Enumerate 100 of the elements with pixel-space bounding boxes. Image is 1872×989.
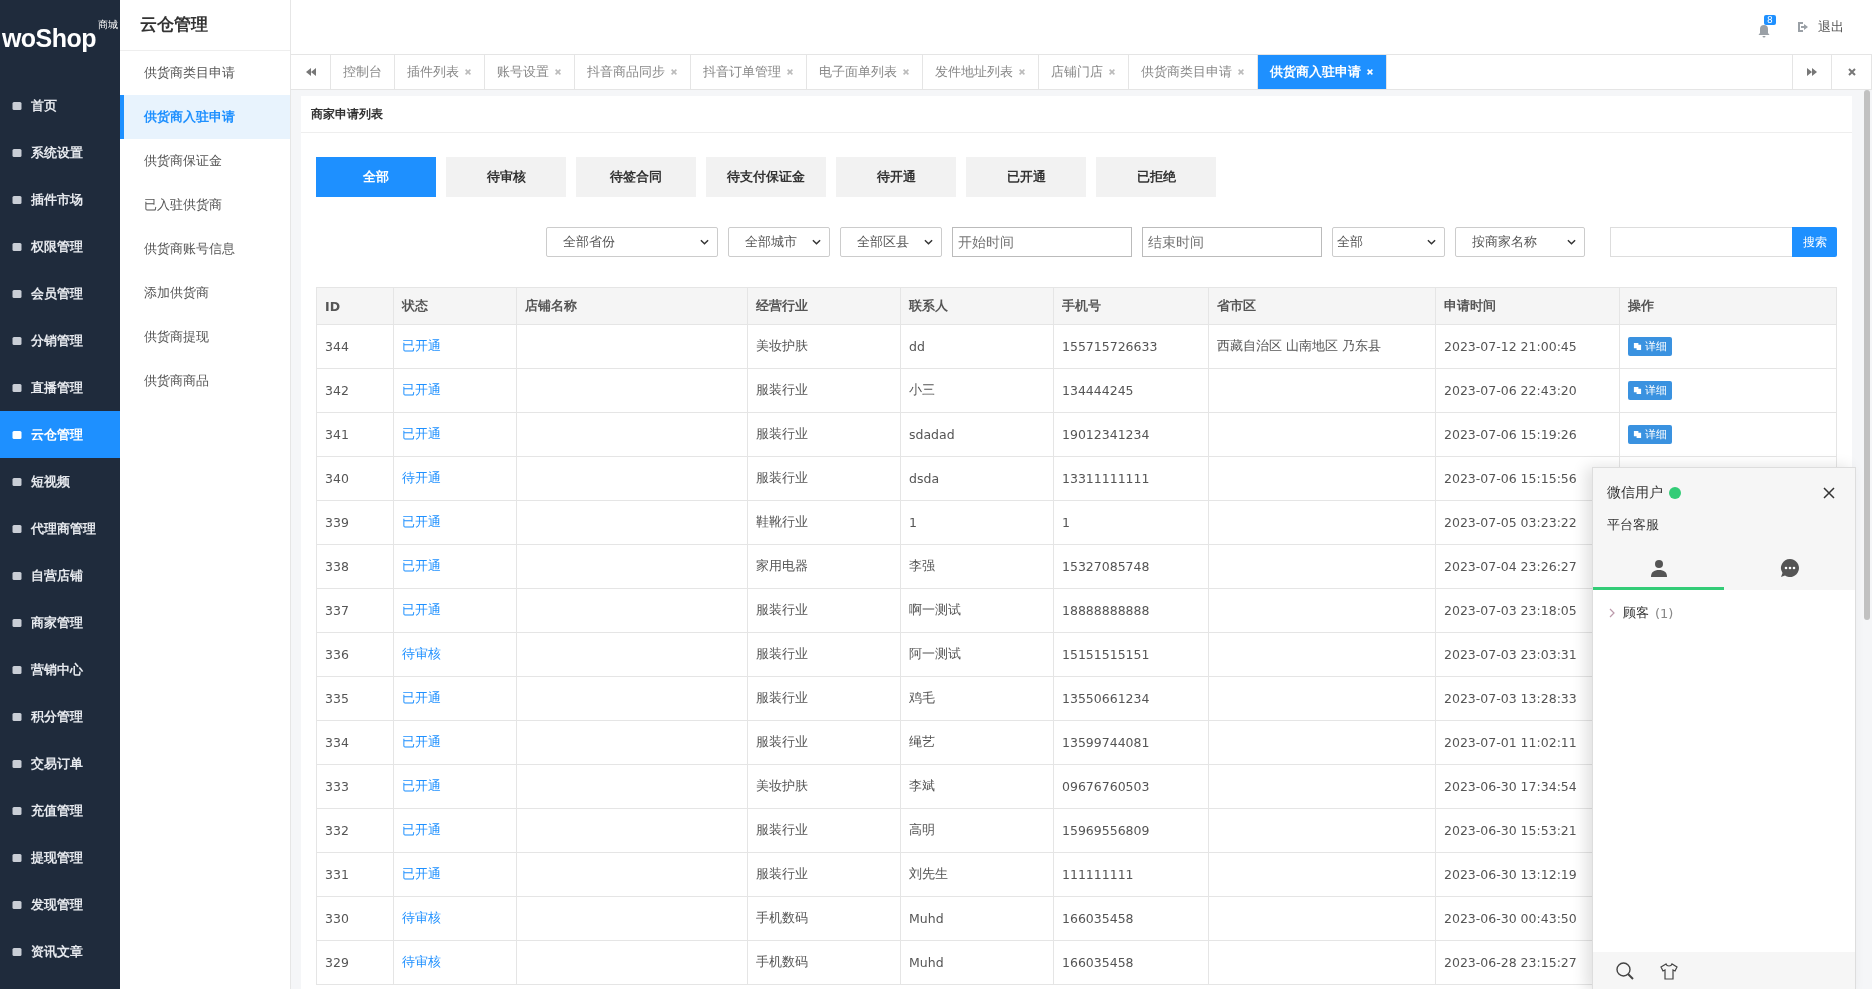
submenu-item[interactable]: 供货商商品 bbox=[120, 359, 290, 403]
copy-icon bbox=[1633, 386, 1642, 395]
table-cell: 333 bbox=[325, 779, 349, 794]
shirt-icon[interactable] bbox=[1659, 961, 1679, 981]
nav-item[interactable]: 自营店铺 bbox=[0, 552, 120, 599]
page-tab[interactable]: 插件列表 bbox=[395, 55, 485, 89]
page-tab[interactable]: 电子面单列表 bbox=[807, 55, 923, 89]
nav-item[interactable]: 插件市场 bbox=[0, 176, 120, 223]
contact-group[interactable]: 顾客 (1) bbox=[1609, 604, 1839, 622]
table-cell: 美妆护肤 bbox=[756, 338, 808, 353]
nav-item[interactable]: 交易订单 bbox=[0, 740, 120, 787]
table-cell: 啊一测试 bbox=[909, 602, 961, 617]
chevron-down-icon bbox=[700, 239, 709, 245]
date-field[interactable]: 结束时间 bbox=[1142, 227, 1322, 257]
nav-item[interactable]: 系统设置 bbox=[0, 129, 120, 176]
nav-item[interactable]: 发现管理 bbox=[0, 881, 120, 928]
dropdown[interactable]: 全部区县 bbox=[840, 227, 942, 257]
date-field[interactable]: 开始时间 bbox=[952, 227, 1132, 257]
column-header: ID bbox=[325, 298, 341, 314]
table-cell: 111111111 bbox=[1062, 867, 1134, 882]
status-filter-button[interactable]: 待开通 bbox=[836, 157, 956, 197]
table-cell: 鞋靴行业 bbox=[756, 514, 808, 529]
submenu-item[interactable]: 供货商类目申请 bbox=[120, 51, 290, 95]
nav-item[interactable]: 提现管理 bbox=[0, 834, 120, 881]
page-tab[interactable]: 抖音订单管理 bbox=[691, 55, 807, 89]
nav-item[interactable]: 权限管理 bbox=[0, 223, 120, 270]
dropdown[interactable]: 全部省份 bbox=[546, 227, 718, 257]
chevron-down-icon bbox=[1567, 239, 1576, 245]
column-header: 状态 bbox=[402, 297, 428, 313]
chat-bubble-icon bbox=[1779, 557, 1800, 578]
nav-item[interactable]: 首页 bbox=[0, 82, 120, 129]
table-cell: 服装行业 bbox=[756, 734, 808, 749]
nav-item[interactable]: 积分管理 bbox=[0, 693, 120, 740]
table-cell: 2023-07-03 13:28:33 bbox=[1444, 691, 1577, 706]
chat-user-name: 微信用户 bbox=[1607, 484, 1663, 502]
status-filter-button[interactable]: 已拒绝 bbox=[1096, 157, 1216, 197]
nav-item[interactable]: 营销中心 bbox=[0, 646, 120, 693]
status-filter-button[interactable]: 待支付保证金 bbox=[706, 157, 826, 197]
table-cell: 2023-07-01 11:02:11 bbox=[1444, 735, 1577, 750]
scrollbar[interactable] bbox=[1864, 90, 1870, 620]
table-cell: 155715726633 bbox=[1062, 339, 1158, 354]
nav-item[interactable]: 代理商管理 bbox=[0, 505, 120, 552]
status-filter-button[interactable]: 已开通 bbox=[966, 157, 1086, 197]
dropdown[interactable]: 全部城市 bbox=[728, 227, 830, 257]
search-field[interactable] bbox=[1610, 227, 1792, 257]
dropdown[interactable]: 按商家名称 bbox=[1455, 227, 1585, 257]
table-cell: 342 bbox=[325, 383, 349, 398]
page-tab[interactable]: 账号设置 bbox=[485, 55, 575, 89]
nav-item[interactable]: 商家管理 bbox=[0, 599, 120, 646]
nav-item[interactable]: 充值管理 bbox=[0, 787, 120, 834]
square-icon bbox=[11, 898, 23, 911]
table-cell: 15327085748 bbox=[1062, 559, 1150, 574]
table-cell: 服装行业 bbox=[756, 822, 808, 837]
table-cell: 2023-07-05 03:23:22 bbox=[1444, 515, 1577, 530]
table-cell: 338 bbox=[325, 559, 349, 574]
table-cell: 服装行业 bbox=[756, 602, 808, 617]
table-cell: 手机数码 bbox=[756, 910, 808, 925]
table-cell: 340 bbox=[325, 471, 349, 486]
square-icon bbox=[11, 945, 23, 958]
square-icon bbox=[11, 804, 23, 817]
table-cell: 2023-07-06 15:19:26 bbox=[1444, 427, 1577, 442]
chevron-down-icon bbox=[1427, 239, 1436, 245]
nav-item[interactable]: 资讯文章 bbox=[0, 928, 120, 975]
table-cell: 09676760503 bbox=[1062, 779, 1150, 794]
submenu-item[interactable]: 添加供货商 bbox=[120, 271, 290, 315]
square-icon bbox=[11, 334, 23, 347]
status-filter-button[interactable]: 待审核 bbox=[446, 157, 566, 197]
square-icon bbox=[11, 569, 23, 582]
page-tab[interactable]: 店铺门店 bbox=[1039, 55, 1129, 89]
column-header: 申请时间 bbox=[1444, 297, 1496, 313]
close-icon[interactable] bbox=[1823, 487, 1835, 499]
table-cell: 18888888888 bbox=[1062, 603, 1150, 618]
page-tab[interactable]: 控制台 bbox=[331, 55, 395, 89]
nav-item[interactable]: 会员管理 bbox=[0, 270, 120, 317]
nav-item[interactable]: 分销管理 bbox=[0, 317, 120, 364]
table-cell: 2023-07-12 21:00:45 bbox=[1444, 339, 1577, 354]
logout-link[interactable]: 退出 bbox=[1796, 18, 1844, 36]
table-cell: 服装行业 bbox=[756, 646, 808, 661]
notification-count: 8 bbox=[1764, 15, 1776, 25]
bell-icon[interactable] bbox=[1756, 23, 1772, 39]
submenu-item[interactable]: 供货商保证金 bbox=[120, 139, 290, 183]
page-tab[interactable]: 抖音商品同步 bbox=[575, 55, 691, 89]
submenu-item[interactable]: 供货商提现 bbox=[120, 315, 290, 359]
scroll-right-button[interactable] bbox=[1792, 55, 1832, 89]
column-header: 操作 bbox=[1628, 297, 1654, 313]
table-cell: 15969556809 bbox=[1062, 823, 1150, 838]
table-cell: 1 bbox=[909, 515, 917, 530]
table-cell: 344 bbox=[325, 339, 349, 354]
submenu-item[interactable]: 已入驻供货商 bbox=[120, 183, 290, 227]
nav-item[interactable]: 直播管理 bbox=[0, 364, 120, 411]
nav-item[interactable]: 短视频 bbox=[0, 458, 120, 505]
table-cell: Muhd bbox=[909, 911, 944, 926]
table-cell: 2023-07-03 23:03:31 bbox=[1444, 647, 1577, 662]
dropdown[interactable]: 全部 bbox=[1332, 227, 1445, 257]
panel-title: 商家申请列表 bbox=[301, 96, 1852, 133]
submenu-item[interactable]: 供货商账号信息 bbox=[120, 227, 290, 271]
page-tab[interactable]: 发件地址列表 bbox=[923, 55, 1039, 89]
status-filter-button[interactable]: 待签合同 bbox=[576, 157, 696, 197]
square-icon bbox=[11, 757, 23, 770]
search-icon[interactable] bbox=[1615, 961, 1635, 981]
